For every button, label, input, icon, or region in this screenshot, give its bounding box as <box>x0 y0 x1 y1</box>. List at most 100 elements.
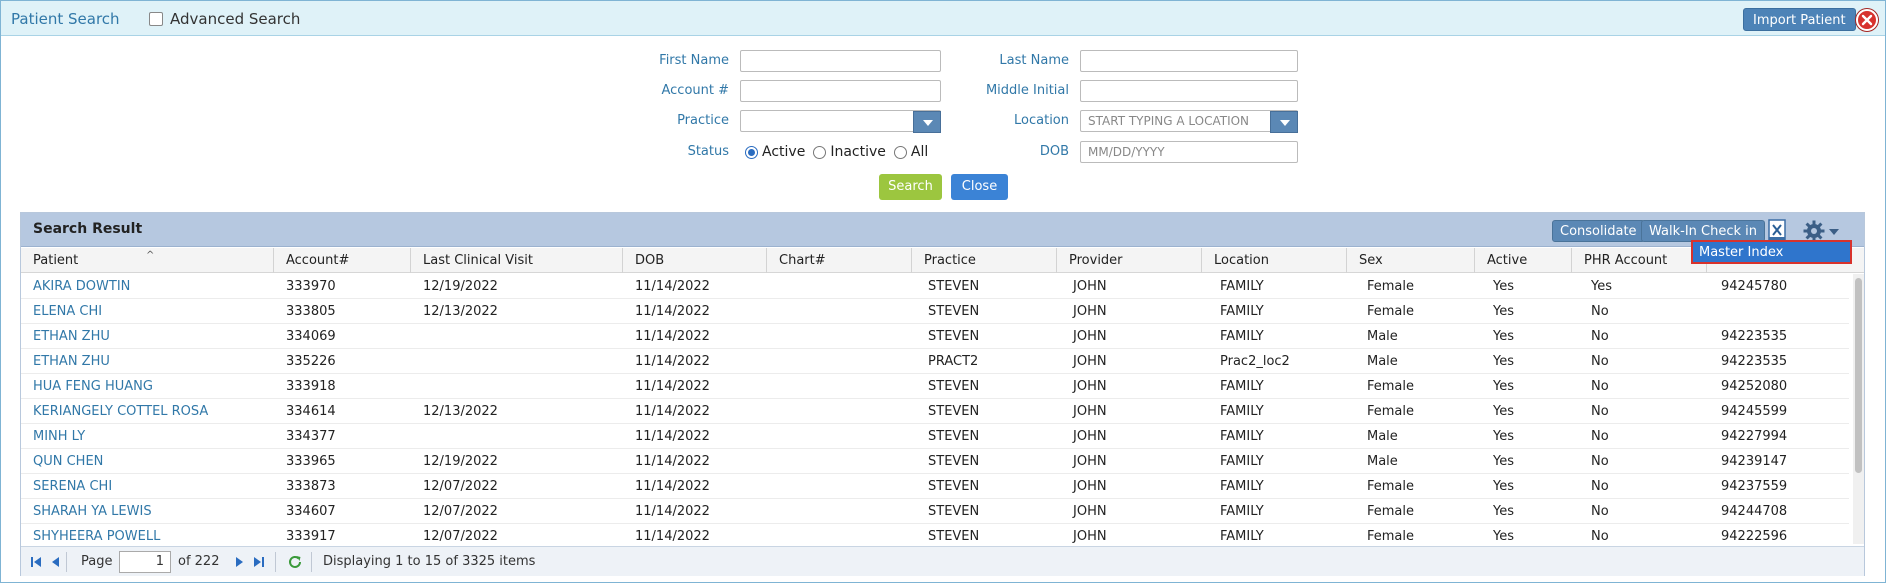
table-row[interactable]: SERENA CHI 333873 12/07/2022 11/14/2022 STEV… <box>21 474 1849 499</box>
chevron-down-icon[interactable] <box>913 111 941 133</box>
cell-location: Prac2_loc2 <box>1220 354 1290 369</box>
cell-patient[interactable]: HUA FENG HUANG <box>33 379 153 394</box>
column-separator[interactable] <box>1346 248 1347 273</box>
page-number-input[interactable]: 1 <box>119 551 171 573</box>
column-separator[interactable] <box>1571 248 1572 273</box>
cell-patient[interactable]: ETHAN ZHU <box>33 354 110 369</box>
pager-divider <box>311 552 312 572</box>
cell-patient[interactable]: SERENA CHI <box>33 479 112 494</box>
cell-phr-account: No <box>1591 529 1609 544</box>
column-header-patient[interactable]: Patient <box>33 253 78 268</box>
status-inactive-option[interactable]: Inactive <box>813 144 886 160</box>
column-header-account[interactable]: Account# <box>286 253 349 268</box>
radio-all[interactable] <box>893 145 907 159</box>
cell-account: 333918 <box>286 379 336 394</box>
column-separator[interactable] <box>766 248 767 273</box>
cell-location: FAMILY <box>1220 454 1264 469</box>
master-index-menu-item[interactable]: Master Index <box>1691 240 1852 264</box>
column-header-provider[interactable]: Provider <box>1069 253 1123 268</box>
table-row[interactable]: HUA FENG HUANG 333918 11/14/2022 STEVEN JOHN… <box>21 374 1849 399</box>
table-row[interactable]: SHARAH YA LEWIS 334607 12/07/2022 11/14/202… <box>21 499 1849 524</box>
column-separator[interactable] <box>273 248 274 273</box>
column-separator[interactable] <box>622 248 623 273</box>
import-patient-button[interactable]: Import Patient <box>1743 8 1856 31</box>
column-header-practice[interactable]: Practice <box>924 253 976 268</box>
cell-active: Yes <box>1493 379 1514 394</box>
table-row[interactable]: AKIRA DOWTIN 333970 12/19/2022 11/14/2022 ST… <box>21 274 1849 299</box>
table-row[interactable]: QUN CHEN 333965 12/19/2022 11/14/2022 STEVEN… <box>21 449 1849 474</box>
cell-sex: Male <box>1367 354 1398 369</box>
table-row[interactable]: ETHAN ZHU 335226 11/14/2022 PRACT2 JOHN Prac2… <box>21 349 1849 374</box>
close-icon[interactable] <box>1856 9 1878 31</box>
last-name-input[interactable] <box>1080 50 1298 72</box>
radio-active[interactable] <box>745 145 758 159</box>
cell-location: FAMILY <box>1220 479 1264 494</box>
cell-phr-id: 94223535 <box>1721 329 1788 344</box>
cell-provider: JOHN <box>1073 279 1107 294</box>
advanced-search-toggle[interactable]: Advanced Search <box>149 10 300 28</box>
cell-patient[interactable]: MINH LY <box>33 429 85 444</box>
cell-provider: JOHN <box>1073 304 1107 319</box>
scroll-thumb[interactable] <box>1855 278 1862 473</box>
column-header-location[interactable]: Location <box>1214 253 1269 268</box>
column-separator[interactable] <box>911 248 912 273</box>
cell-patient[interactable]: AKIRA DOWTIN <box>33 279 130 294</box>
chevron-down-icon[interactable] <box>1270 111 1298 133</box>
column-separator[interactable] <box>410 248 411 273</box>
middle-initial-input[interactable] <box>1080 80 1298 102</box>
search-button[interactable]: Search <box>879 174 942 200</box>
pager-divider <box>66 552 67 572</box>
column-header-sex[interactable]: Sex <box>1359 253 1383 268</box>
dob-input[interactable]: MM/DD/YYYY <box>1080 141 1298 163</box>
refresh-icon[interactable] <box>287 554 303 574</box>
cell-patient[interactable]: ETHAN ZHU <box>33 329 110 344</box>
status-active-option[interactable]: Active <box>745 144 805 160</box>
cell-dob: 11/14/2022 <box>635 379 710 394</box>
cell-patient[interactable]: SHARAH YA LEWIS <box>33 504 152 519</box>
first-page-icon[interactable] <box>30 556 42 572</box>
walk-in-check-in-button[interactable]: Walk-In Check in <box>1641 220 1765 242</box>
close-button[interactable]: Close <box>951 174 1008 200</box>
last-page-icon[interactable] <box>253 556 265 572</box>
grid-header: Search Result Consolidate Walk-In Check … <box>21 213 1864 247</box>
table-row[interactable]: KERIANGELY COTTEL ROSA 334614 12/13/2022 11… <box>21 399 1849 424</box>
cell-sex: Female <box>1367 279 1415 294</box>
status-all-option[interactable]: All <box>893 144 928 160</box>
cell-active: Yes <box>1493 329 1514 344</box>
chevron-down-icon[interactable] <box>1829 229 1839 235</box>
advanced-search-label: Advanced Search <box>170 10 301 28</box>
column-separator[interactable] <box>1474 248 1475 273</box>
column-separator[interactable] <box>1201 248 1202 273</box>
location-placeholder: START TYPING A LOCATION <box>1088 114 1250 128</box>
table-row[interactable]: ELENA CHI 333805 12/13/2022 11/14/2022 STEVE… <box>21 299 1849 324</box>
column-header-chart[interactable]: Chart# <box>779 253 826 268</box>
cell-patient[interactable]: KERIANGELY COTTEL ROSA <box>33 404 208 419</box>
cell-patient[interactable]: ELENA CHI <box>33 304 102 319</box>
cell-phr-id: 94222596 <box>1721 529 1788 544</box>
cell-active: Yes <box>1493 504 1514 519</box>
cell-dob: 11/14/2022 <box>635 304 710 319</box>
column-header-phr-account[interactable]: PHR Account <box>1584 253 1667 268</box>
radio-inactive[interactable] <box>813 145 827 159</box>
column-separator[interactable] <box>1056 248 1057 273</box>
vertical-scrollbar[interactable] <box>1853 274 1864 544</box>
cell-patient[interactable]: SHYHEERA POWELL <box>33 529 160 544</box>
cell-location: FAMILY <box>1220 379 1264 394</box>
cell-patient[interactable]: QUN CHEN <box>33 454 103 469</box>
advanced-search-checkbox[interactable] <box>149 12 163 26</box>
cell-active: Yes <box>1493 279 1514 294</box>
practice-select[interactable] <box>740 110 941 133</box>
table-row[interactable]: ETHAN ZHU 334069 11/14/2022 STEVEN JOHN FAMIL… <box>21 324 1849 349</box>
next-page-icon[interactable] <box>235 556 245 572</box>
consolidate-button[interactable]: Consolidate <box>1552 220 1645 242</box>
table-row[interactable]: MINH LY 334377 11/14/2022 STEVEN JOHN FAMILY M… <box>21 424 1849 449</box>
first-name-input[interactable] <box>740 50 941 72</box>
account-input[interactable] <box>740 80 941 102</box>
column-header-active[interactable]: Active <box>1487 253 1527 268</box>
excel-icon[interactable] <box>1766 218 1788 242</box>
column-header-last-clinical-visit[interactable]: Last Clinical Visit <box>423 253 533 268</box>
column-header-dob[interactable]: DOB <box>635 253 664 268</box>
cell-provider: JOHN <box>1073 354 1107 369</box>
location-select[interactable]: START TYPING A LOCATION <box>1080 110 1298 133</box>
previous-page-icon[interactable] <box>50 556 60 572</box>
